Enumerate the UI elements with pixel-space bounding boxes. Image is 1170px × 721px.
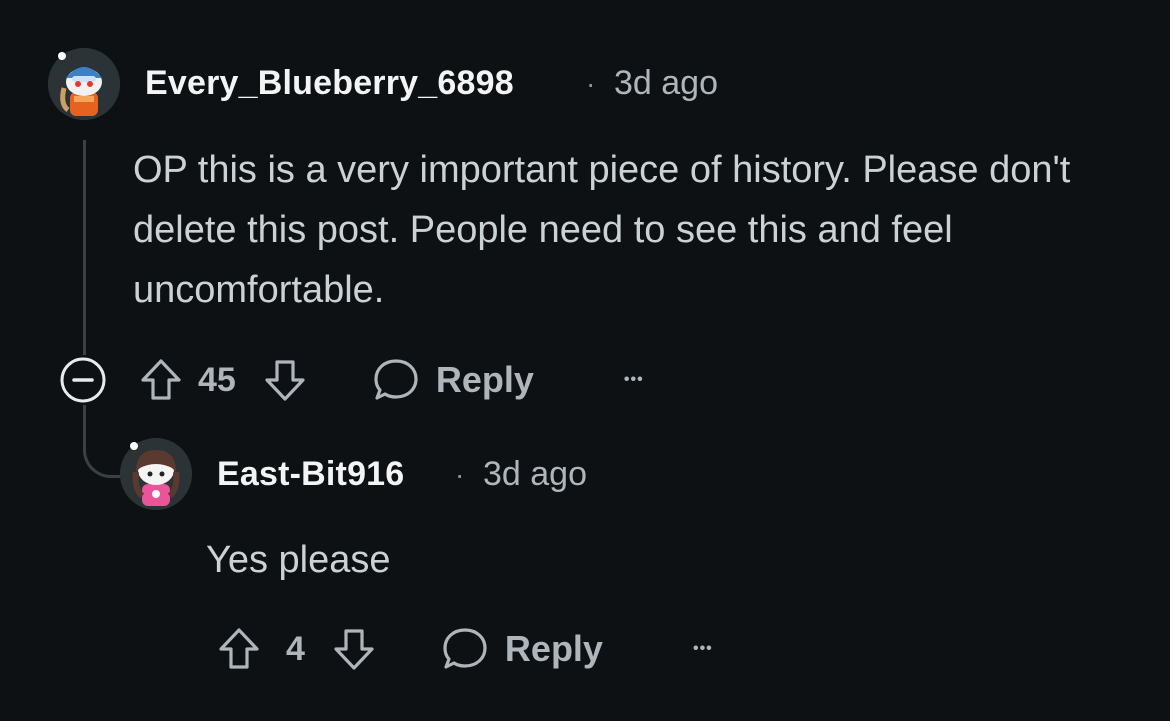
snoo-avatar-helmet-icon	[48, 48, 120, 120]
more-options-button[interactable]: •••	[693, 640, 713, 658]
collapse-minus-icon	[60, 357, 106, 403]
comment-username[interactable]: Every_Blueberry_6898	[145, 64, 514, 103]
reply-button[interactable]: Reply	[441, 626, 603, 672]
collapse-thread-button[interactable]	[58, 355, 108, 405]
downvote-button[interactable]	[262, 357, 308, 403]
reply-button[interactable]: Reply	[372, 357, 534, 403]
vote-count: 4	[286, 629, 305, 668]
upvote-arrow-icon	[219, 628, 259, 669]
comment-body: OP this is a very important piece of his…	[133, 149, 1071, 311]
comment-body: Yes please	[206, 539, 391, 581]
reply-bubble-icon	[374, 359, 418, 400]
reply-label: Reply	[435, 359, 534, 400]
comment-username[interactable]: East-Bit916	[217, 455, 404, 494]
avatar[interactable]	[120, 438, 192, 510]
reply-bubble-icon	[443, 628, 487, 669]
snoo-avatar-bunny-shirt-icon	[120, 438, 192, 510]
upvote-button[interactable]	[216, 626, 262, 672]
vote-count: 45	[198, 360, 236, 399]
comment-actions: 45 Reply •••	[58, 355, 698, 405]
comment-thread: Every_Blueberry_6898 · 3d ago OP this is…	[0, 0, 1170, 721]
comment-timestamp: 3d ago	[483, 455, 587, 493]
avatar[interactable]	[48, 48, 120, 120]
downvote-arrow-icon	[265, 360, 305, 401]
meta-separator: ·	[455, 459, 465, 490]
downvote-arrow-icon	[334, 629, 374, 670]
reply-label: Reply	[504, 628, 603, 669]
upvote-arrow-icon	[141, 359, 181, 400]
comment-timestamp: 3d ago	[614, 64, 718, 102]
upvote-button[interactable]	[138, 357, 184, 403]
meta-separator: ·	[586, 68, 596, 99]
downvote-button[interactable]	[331, 626, 377, 672]
comment-actions: 4 Reply •••	[216, 624, 776, 674]
more-options-button[interactable]: •••	[624, 371, 644, 389]
thread-line[interactable]	[83, 140, 86, 355]
